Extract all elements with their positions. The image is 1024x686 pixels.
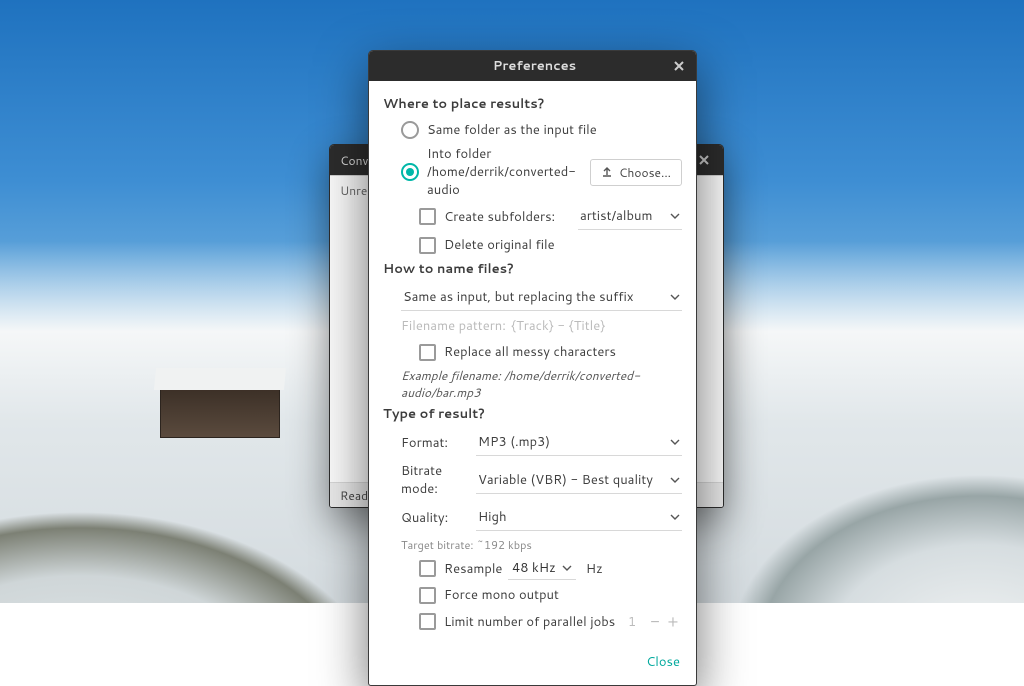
resample-rate-value: 48 kHz — [512, 559, 556, 577]
bitrate-mode-value: Variable (VBR) - Best quality — [478, 471, 670, 489]
resample-rate-select[interactable]: 48 kHz — [508, 557, 576, 580]
into-folder-prefix: Into folder — [427, 145, 491, 163]
format-select[interactable]: MP3 (.mp3) — [476, 429, 682, 456]
replace-messy-row[interactable]: Replace all messy characters — [383, 341, 682, 363]
quality-value: High — [478, 508, 670, 526]
naming-mode-select[interactable]: Same as input, but replacing the suffix — [401, 284, 682, 311]
example-prefix: Example filename: — [401, 367, 504, 384]
limit-jobs-row[interactable]: Limit number of parallel jobs 1 − + — [383, 610, 682, 633]
close-button[interactable]: Close — [646, 653, 680, 671]
resample-label: Resample — [444, 560, 508, 578]
checkbox-icon — [419, 560, 436, 577]
resample-row[interactable]: Resample 48 kHz Hz — [383, 557, 682, 580]
delete-original-row[interactable]: Delete original file — [383, 234, 682, 256]
naming-mode-value: Same as input, but replacing the suffix — [403, 288, 670, 306]
preferences-titlebar: Preferences — [369, 51, 696, 81]
radio-unselected-icon — [401, 121, 419, 139]
quality-label: Quality: — [401, 509, 476, 527]
quality-row: Quality: High — [383, 504, 682, 531]
bitrate-mode-select[interactable]: Variable (VBR) - Best quality — [476, 467, 682, 494]
choose-folder-label: Choose... — [619, 164, 671, 181]
chevron-down-icon — [670, 512, 680, 522]
into-folder-path: /home/derrik/converted-audio — [427, 163, 576, 199]
chevron-down-icon — [670, 437, 680, 447]
force-mono-label: Force mono output — [444, 586, 559, 604]
bitrate-mode-label: Bitrate mode: — [401, 462, 476, 498]
close-icon[interactable] — [666, 53, 692, 79]
example-filename: Example filename: /home/derrik/converted… — [401, 367, 682, 401]
choose-folder-button[interactable]: Choose... — [590, 159, 682, 186]
checkbox-icon — [419, 587, 436, 604]
upload-icon — [601, 166, 613, 178]
filename-pattern-row: Filename pattern: {Track} - {Title} — [383, 315, 682, 337]
checkbox-icon — [419, 237, 436, 254]
chevron-down-icon — [670, 292, 680, 302]
target-bitrate-hint: Target bitrate: ~192 kbps — [401, 537, 682, 553]
jobs-decrement-button[interactable]: − — [646, 610, 664, 633]
chevron-down-icon — [670, 475, 680, 485]
filename-pattern-label: Filename pattern: — [401, 317, 511, 335]
checkbox-icon — [419, 613, 436, 630]
subfolder-pattern-select[interactable]: artist/album — [578, 203, 682, 230]
quality-select[interactable]: High — [476, 504, 682, 531]
jobs-increment-button[interactable]: + — [664, 610, 682, 633]
chevron-down-icon — [670, 211, 680, 221]
subfolder-pattern-value: artist/album — [580, 207, 670, 225]
naming-mode-row[interactable]: Same as input, but replacing the suffix — [383, 284, 682, 311]
radio-selected-icon — [401, 163, 419, 181]
checkbox-icon — [419, 208, 436, 225]
format-value: MP3 (.mp3) — [478, 433, 670, 451]
bitrate-mode-row: Bitrate mode: Variable (VBR) - Best qual… — [383, 462, 682, 498]
section-naming-heading: How to name files? — [383, 260, 682, 278]
resample-unit: Hz — [586, 560, 603, 578]
create-subfolders-row[interactable]: Create subfolders: artist/album — [383, 203, 682, 230]
radio-into-folder-row[interactable]: Into folder /home/derrik/converted-audio… — [383, 145, 682, 199]
radio-into-folder-label: Into folder /home/derrik/converted-audio — [427, 145, 590, 199]
jobs-value: 1 — [618, 613, 646, 631]
preferences-title: Preferences — [493, 57, 576, 75]
replace-messy-label: Replace all messy characters — [444, 343, 616, 361]
chevron-down-icon — [562, 563, 572, 573]
wallpaper-chalet — [160, 388, 280, 438]
checkbox-icon — [419, 344, 436, 361]
format-row: Format: MP3 (.mp3) — [383, 429, 682, 456]
format-label: Format: — [401, 434, 476, 452]
radio-same-folder-row[interactable]: Same folder as the input file — [383, 119, 682, 141]
preferences-footer: Close — [369, 643, 696, 685]
preferences-body: Where to place results? Same folder as t… — [369, 81, 696, 643]
preferences-dialog: Preferences Where to place results? Same… — [368, 50, 697, 686]
limit-jobs-label: Limit number of parallel jobs — [444, 613, 615, 631]
section-result-type-heading: Type of result? — [383, 405, 682, 423]
filename-pattern-placeholder: {Track} - {Title} — [511, 317, 605, 335]
delete-original-label: Delete original file — [444, 236, 555, 254]
section-results-heading: Where to place results? — [383, 95, 682, 113]
create-subfolders-label: Create subfolders: — [444, 208, 555, 226]
radio-same-folder-label: Same folder as the input file — [427, 121, 597, 139]
